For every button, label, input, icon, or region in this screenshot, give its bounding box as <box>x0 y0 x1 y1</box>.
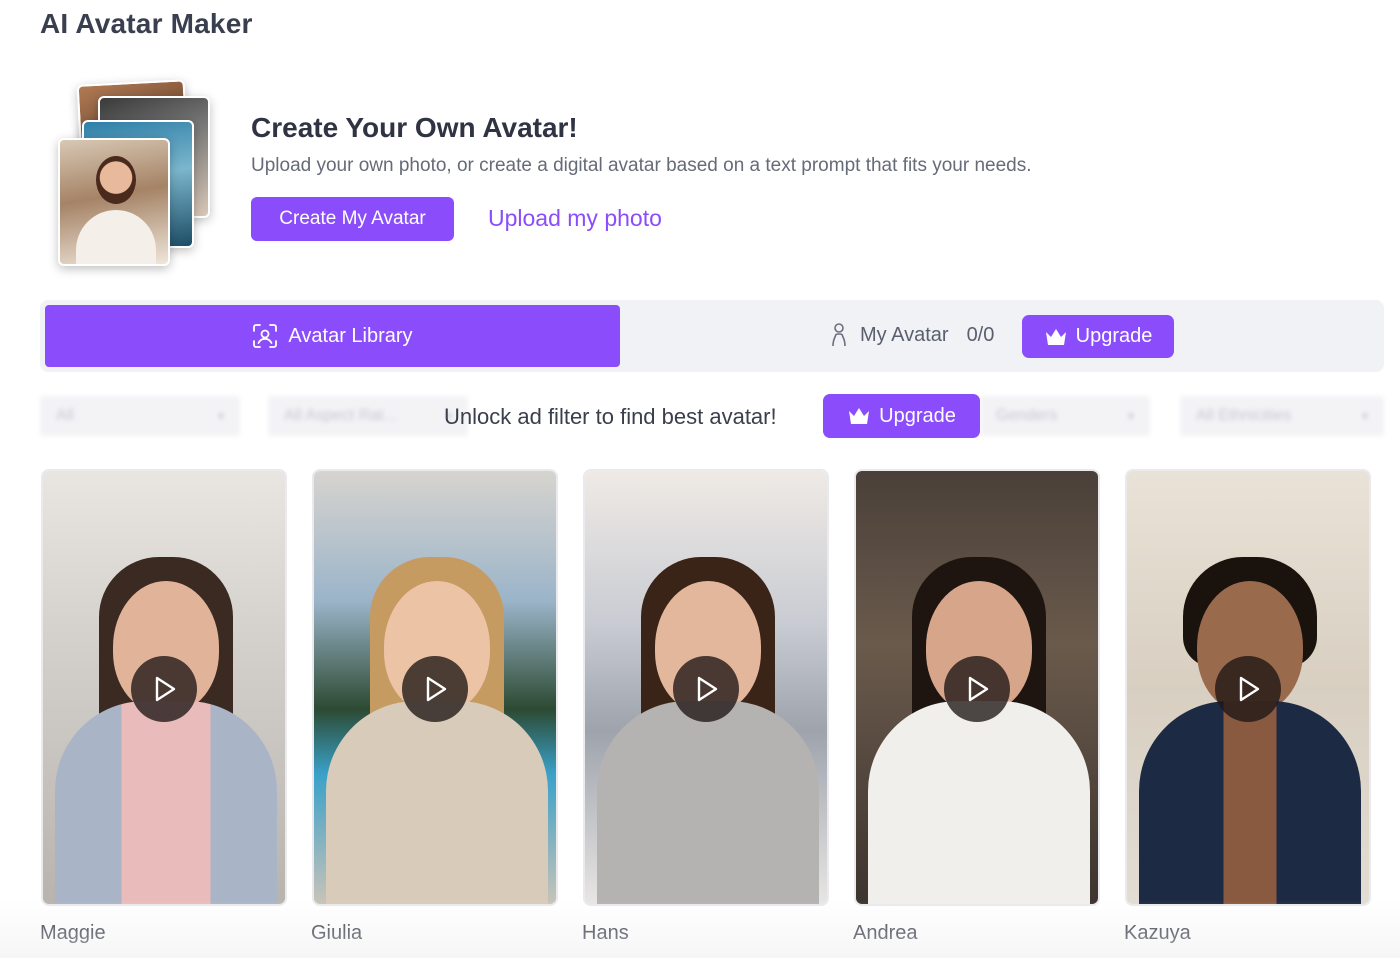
play-video-button[interactable] <box>944 656 1010 722</box>
tab-avatar-library[interactable]: Avatar Library <box>45 305 620 367</box>
person-outline-icon <box>832 323 846 347</box>
stack-photo-4 <box>58 138 170 266</box>
upgrade-button[interactable]: Upgrade <box>1022 315 1174 358</box>
play-icon <box>155 676 176 702</box>
chevron-down-icon: ▾ <box>217 409 224 423</box>
hero-description: Upload your own photo, or create a digit… <box>251 155 1032 176</box>
hero-heading: Create Your Own Avatar! <box>251 112 578 143</box>
face-scan-icon <box>253 324 278 348</box>
play-video-button[interactable] <box>1215 656 1281 722</box>
avatar-name: Giulia <box>311 922 363 944</box>
filter-select-category[interactable]: All ▾ <box>40 396 240 436</box>
avatar-card-hans[interactable] <box>583 469 829 906</box>
chevron-down-icon: ▾ <box>1361 409 1368 423</box>
filter-select-aspect-ratio[interactable]: All Aspect Rat... ▾ <box>268 396 468 436</box>
page-title: AI Avatar Maker <box>40 8 253 39</box>
my-avatar-count: 0/0 <box>966 323 995 346</box>
upgrade-button-label: Upgrade <box>1075 325 1153 347</box>
upload-my-photo-link[interactable]: Upload my photo <box>488 205 662 232</box>
unlock-filter-text: Unlock ad filter to find best avatar! <box>444 404 777 429</box>
tab-my-avatar[interactable]: My Avatar 0/0 <box>828 322 994 348</box>
play-video-button[interactable] <box>402 656 468 722</box>
filter-select-gender[interactable]: Genders ▾ <box>980 396 1150 436</box>
avatar-name: Maggie <box>40 922 106 944</box>
play-video-button[interactable] <box>673 656 739 722</box>
hero-avatar-stack-image <box>58 79 218 272</box>
filter-upgrade-label: Upgrade <box>879 404 956 427</box>
filter-upgrade-button[interactable]: Upgrade <box>823 394 980 438</box>
play-icon <box>426 676 447 702</box>
avatar-name: Andrea <box>853 922 918 944</box>
play-icon <box>1239 676 1260 702</box>
avatar-name: Kazuya <box>1124 922 1191 944</box>
crown-icon <box>1045 328 1066 345</box>
chevron-down-icon: ▾ <box>1127 409 1134 423</box>
my-avatar-label: My Avatar <box>860 323 949 346</box>
crown-icon <box>849 408 870 424</box>
play-icon <box>968 676 989 702</box>
avatar-card-kazuya[interactable] <box>1125 469 1371 906</box>
tab-avatar-library-label: Avatar Library <box>288 324 413 347</box>
play-video-button[interactable] <box>131 656 197 722</box>
avatar-name: Hans <box>582 922 629 944</box>
play-icon <box>697 676 718 702</box>
filter-select-ethnicity[interactable]: All Ethnicities ▾ <box>1180 396 1384 436</box>
create-my-avatar-button[interactable]: Create My Avatar <box>251 197 454 241</box>
avatar-card-giulia[interactable] <box>312 469 558 906</box>
avatar-card-maggie[interactable] <box>41 469 287 906</box>
avatar-card-andrea[interactable] <box>854 469 1100 906</box>
